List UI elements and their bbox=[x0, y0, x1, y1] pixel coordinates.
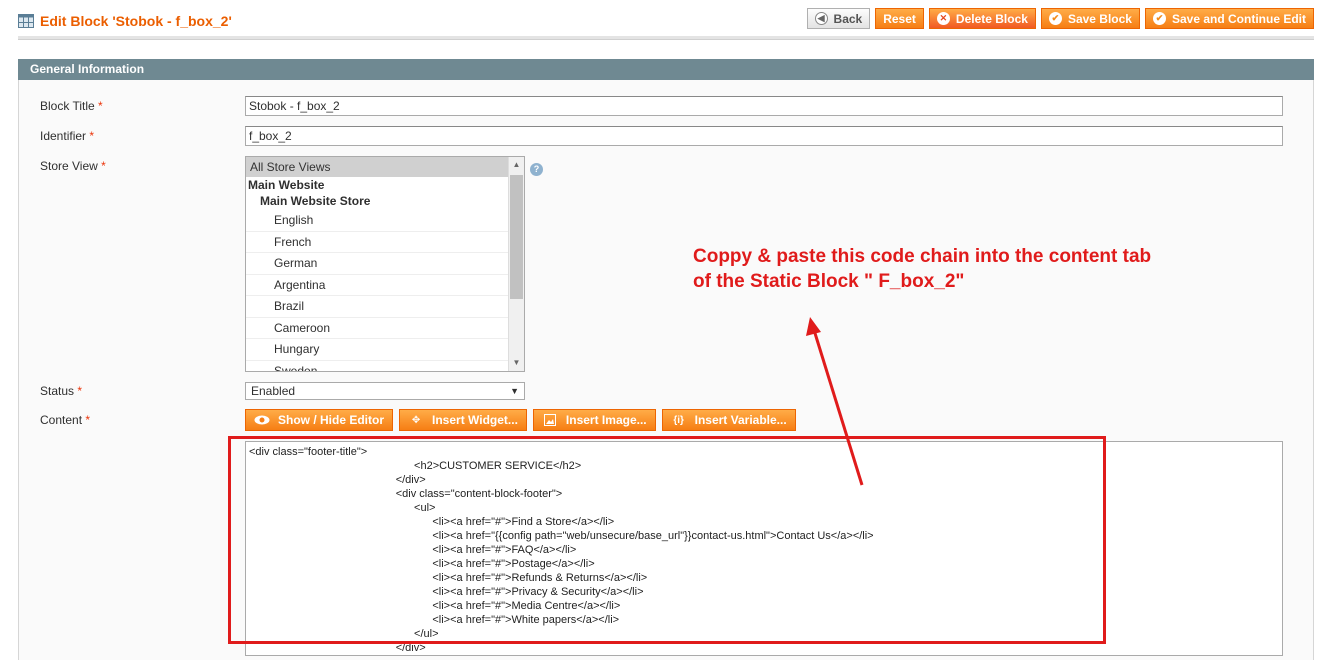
code-line: <div class="content-block-footer"> bbox=[249, 488, 563, 500]
scroll-thumb[interactable] bbox=[510, 175, 523, 299]
code-line: <li><a href="{{config path="web/unsecure… bbox=[249, 530, 874, 542]
header-divider bbox=[18, 36, 1314, 40]
store-option[interactable]: Sweden bbox=[246, 361, 524, 372]
status-value: Enabled bbox=[251, 384, 296, 398]
block-title-label-text: Block Title bbox=[40, 99, 95, 113]
store-view-label: Store View * bbox=[40, 159, 106, 173]
save-label: Save Block bbox=[1067, 11, 1132, 26]
save-block-button[interactable]: ✔ Save Block bbox=[1040, 8, 1140, 29]
store-view-label-text: Store View bbox=[40, 159, 98, 173]
block-title-input[interactable] bbox=[245, 96, 1283, 116]
store-list-scrollbar[interactable]: ▲ ▼ bbox=[508, 157, 524, 371]
back-button[interactable]: ◀ Back bbox=[806, 8, 871, 29]
required-marker: * bbox=[85, 413, 91, 427]
status-label: Status * bbox=[40, 384, 82, 398]
delete-block-button[interactable]: ✕ Delete Block bbox=[928, 8, 1036, 29]
variable-icon: {i} bbox=[673, 414, 684, 426]
store-option[interactable]: Argentina bbox=[246, 275, 524, 296]
content-textarea[interactable]: <div class="footer-title"> <h2>CUSTOMER … bbox=[245, 441, 1283, 656]
store-option[interactable]: French bbox=[246, 232, 524, 253]
back-arrow-icon: ◀ bbox=[814, 12, 828, 25]
store-view-multiselect[interactable]: All Store Views Main Website Main Websit… bbox=[245, 156, 525, 372]
scroll-up-icon[interactable]: ▲ bbox=[509, 157, 524, 173]
code-line: <li><a href="#">FAQ</a></li> bbox=[249, 544, 577, 556]
code-line: </div> bbox=[249, 474, 426, 486]
code-line: </div> bbox=[249, 642, 426, 654]
code-line: <ul> bbox=[249, 502, 436, 514]
insert-widget-label: Insert Widget... bbox=[432, 413, 518, 427]
page-header: Edit Block 'Stobok - f_box_2' ◀ Back Res… bbox=[18, 8, 1314, 34]
checkmark-icon: ✔ bbox=[1152, 12, 1166, 25]
required-marker: * bbox=[101, 159, 106, 173]
insert-image-button[interactable]: Insert Image... bbox=[532, 409, 656, 431]
annotation-line-2: of the Static Block " F_box_2" bbox=[693, 271, 965, 292]
content-label-text: Content bbox=[40, 413, 83, 427]
dropdown-arrow-icon: ▼ bbox=[510, 386, 519, 396]
page-title: Edit Block 'Stobok - f_box_2' bbox=[40, 13, 232, 29]
code-line: <li><a href="#">Privacy & Security</a></… bbox=[249, 586, 644, 598]
code-line: <li><a href="#">Find a Store</a></li> bbox=[249, 516, 615, 528]
code-line: <li><a href="#">Postage</a></li> bbox=[249, 558, 595, 570]
identifier-label: Identifier * bbox=[40, 129, 94, 143]
code-line: <div class="footer-title"> bbox=[249, 446, 368, 458]
required-marker: * bbox=[98, 99, 103, 113]
store-option[interactable]: Cameroon bbox=[246, 318, 524, 339]
identifier-input[interactable] bbox=[245, 126, 1283, 146]
store-group-label: Main Website bbox=[248, 178, 325, 192]
status-select[interactable]: Enabled ▼ bbox=[245, 382, 525, 400]
section-header: General Information bbox=[18, 59, 1314, 80]
store-option[interactable]: English bbox=[246, 210, 524, 232]
delete-label: Delete Block bbox=[955, 11, 1028, 26]
back-label: Back bbox=[833, 11, 863, 26]
reset-button[interactable]: Reset bbox=[875, 8, 924, 29]
show-hide-editor-button[interactable]: Show / Hide Editor bbox=[245, 409, 394, 431]
block-title-label: Block Title * bbox=[40, 99, 103, 113]
content-label: Content * bbox=[40, 413, 90, 427]
store-subgroup-label: Main Website Store bbox=[260, 194, 371, 208]
annotation-text: Coppy & paste this code chain into the c… bbox=[693, 244, 1151, 294]
code-line: <li><a href="#">White papers</a></li> bbox=[249, 614, 620, 626]
editor-toolbar: Show / Hide Editor ✥ Insert Widget... In… bbox=[245, 409, 796, 431]
status-label-text: Status bbox=[40, 384, 75, 398]
code-line: <li><a href="#">Media Centre</a></li> bbox=[249, 600, 621, 612]
save-continue-button[interactable]: ✔ Save and Continue Edit bbox=[1144, 8, 1314, 29]
scroll-down-icon[interactable]: ▼ bbox=[509, 355, 524, 371]
identifier-label-text: Identifier bbox=[40, 129, 87, 143]
store-option-all[interactable]: All Store Views bbox=[246, 157, 524, 177]
header-buttons: ◀ Back Reset ✕ Delete Block ✔ Save Block… bbox=[806, 8, 1314, 29]
image-icon bbox=[542, 413, 558, 427]
grid-icon bbox=[18, 14, 34, 28]
reset-label: Reset bbox=[883, 11, 916, 26]
show-hide-editor-label: Show / Hide Editor bbox=[278, 413, 385, 427]
code-line: <h2>CUSTOMER SERVICE</h2> bbox=[249, 460, 582, 472]
code-line: <li><a href="#">Refunds & Returns</a></l… bbox=[249, 572, 648, 584]
store-option[interactable]: Brazil bbox=[246, 296, 524, 318]
required-marker: * bbox=[77, 384, 83, 398]
store-option[interactable]: German bbox=[246, 253, 524, 275]
delete-icon: ✕ bbox=[936, 12, 950, 25]
insert-variable-label: Insert Variable... bbox=[694, 413, 787, 427]
checkmark-icon: ✔ bbox=[1048, 12, 1062, 25]
insert-widget-button[interactable]: ✥ Insert Widget... bbox=[399, 409, 527, 431]
code-line: </ul> bbox=[249, 628, 439, 640]
insert-variable-button[interactable]: {i} Insert Variable... bbox=[661, 409, 796, 431]
required-marker: * bbox=[89, 129, 95, 143]
store-option[interactable]: Hungary bbox=[246, 339, 524, 361]
eye-icon bbox=[254, 413, 270, 427]
widget-icon: ✥ bbox=[411, 414, 421, 426]
title-wrap: Edit Block 'Stobok - f_box_2' bbox=[18, 13, 232, 29]
annotation-line-1: Coppy & paste this code chain into the c… bbox=[693, 246, 1152, 267]
save-continue-label: Save and Continue Edit bbox=[1171, 11, 1306, 26]
insert-image-label: Insert Image... bbox=[565, 413, 647, 427]
help-icon[interactable]: ? bbox=[530, 163, 543, 176]
